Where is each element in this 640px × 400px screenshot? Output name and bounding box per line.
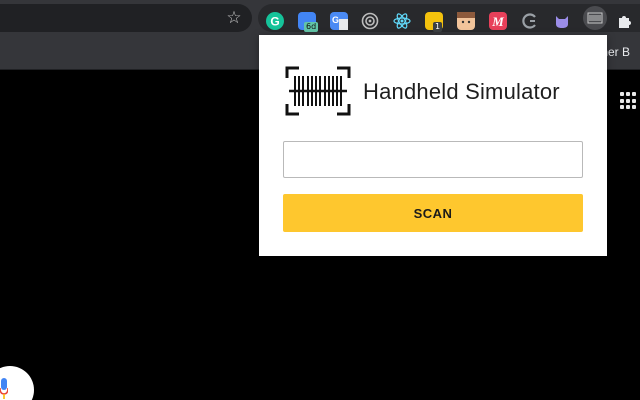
extensions-strip: G 6d G 1 M	[258, 4, 640, 32]
barcode-input[interactable]	[283, 141, 583, 178]
barcode-scanner-icon	[285, 66, 351, 116]
puzzle-extensions-icon[interactable]	[616, 12, 634, 30]
bookmark-star-icon[interactable]: ☆	[224, 8, 244, 28]
svg-text:G: G	[332, 15, 339, 25]
popup-title: Handheld Simulator	[363, 79, 560, 104]
apps-grid-icon[interactable]	[620, 92, 638, 110]
voice-search-button[interactable]	[0, 366, 34, 400]
browser-toolbar: ☆ G 6d G 1 M	[0, 0, 640, 36]
target-extension-icon[interactable]	[361, 12, 379, 30]
grammarly-icon[interactable]: G	[266, 12, 284, 30]
google-translate-icon[interactable]: G	[330, 12, 348, 30]
notes-extension-icon[interactable]: 1	[425, 12, 443, 32]
github-cat-icon[interactable]	[553, 12, 571, 30]
address-bar[interactable]	[0, 4, 252, 32]
handheld-simulator-popup: Handheld Simulator SCAN	[259, 35, 607, 256]
svg-text:G: G	[270, 15, 279, 29]
scan-button[interactable]: SCAN	[283, 194, 583, 232]
g-extension-icon[interactable]	[521, 12, 539, 30]
microphone-icon	[0, 378, 8, 399]
extension-badge: 6d	[304, 22, 319, 32]
m-extension-icon[interactable]: M	[489, 12, 507, 30]
svg-text:M: M	[491, 14, 504, 29]
handheld-simulator-extension-icon[interactable]	[583, 6, 607, 30]
react-devtools-icon[interactable]	[393, 12, 411, 30]
face-extension-icon[interactable]	[457, 12, 475, 30]
extension-badge: 1	[433, 22, 443, 32]
calendar-extension-icon[interactable]: 6d	[298, 12, 319, 32]
